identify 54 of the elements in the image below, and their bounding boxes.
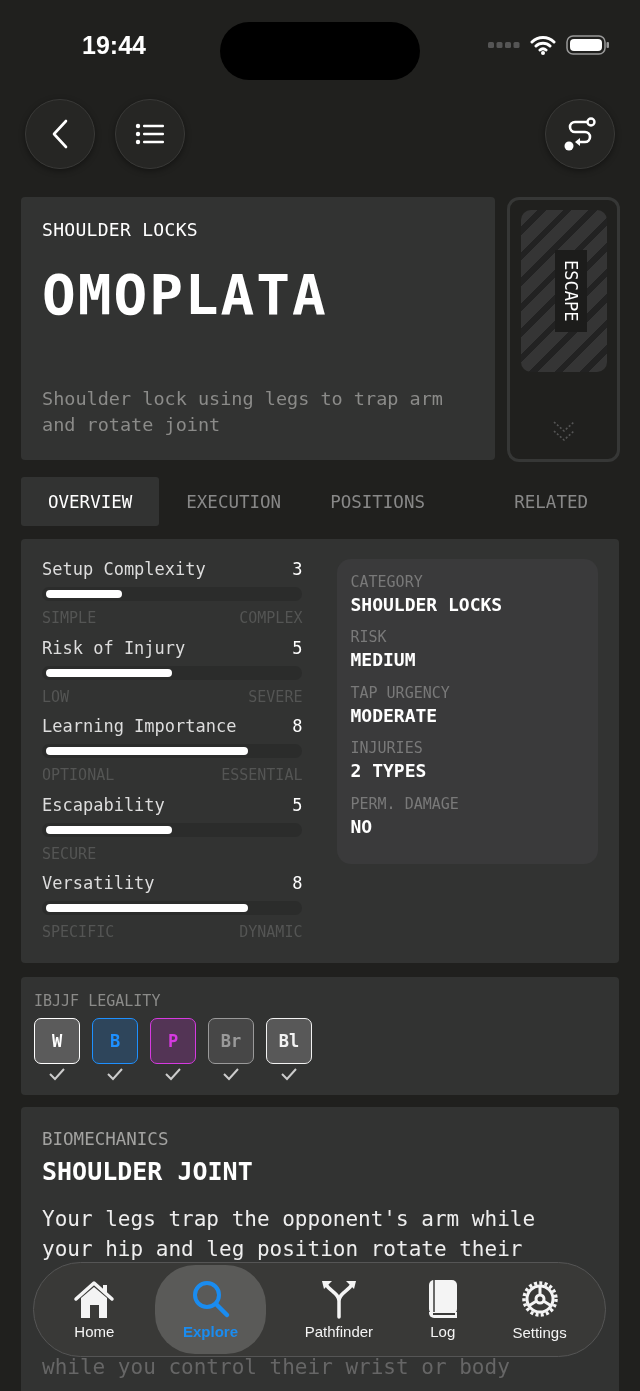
belt-badge: Br [208, 1018, 254, 1064]
fork-arrow-icon [320, 1279, 357, 1319]
info-value: 2 TYPES [350, 760, 428, 784]
info-label: PERM. DAMAGE [350, 794, 460, 815]
info-value: MODERATE [350, 704, 439, 728]
section-title: SHOULDER JOINT [42, 1157, 254, 1186]
info-value: NO [350, 815, 374, 839]
stat-name: Versatility [42, 873, 155, 893]
legality-title: IBJJF LEGALITY [34, 992, 161, 1010]
info-label: RISK [350, 628, 388, 649]
back-icon [51, 119, 69, 149]
section-tab[interactable]: OVERVIEW [21, 477, 160, 526]
escape-panel[interactable]: ESCAPE [507, 197, 620, 462]
tab-bar-item[interactable]: Log [411, 1269, 474, 1350]
info-value: MEDIUM [350, 649, 417, 673]
wifi-icon [530, 35, 556, 55]
section-tab[interactable]: EXECUTION [159, 477, 309, 526]
info-label: INJURIES [350, 739, 424, 760]
info-label: TAP URGENCY [350, 683, 451, 704]
technique-title: OMOPLATA [42, 262, 329, 327]
home-icon [72, 1279, 117, 1319]
section-label: BIOMECHANICS [42, 1129, 170, 1149]
body-text-line: your hip and leg position rotate their [42, 1236, 524, 1263]
stat-value: 5 [292, 637, 303, 658]
search-icon [190, 1279, 231, 1319]
route-icon [563, 117, 597, 151]
stat-name: Learning Importance [42, 716, 237, 736]
stat-name: Risk of Injury [42, 637, 186, 658]
belt-badge: P [150, 1018, 196, 1064]
signal-icon [488, 41, 520, 49]
stat-name: Escapability [42, 794, 165, 815]
tab-bar-item[interactable]: Settings [498, 1268, 581, 1351]
stat-value: 5 [292, 794, 303, 815]
info-value: SHOULDER LOCKS [350, 594, 504, 617]
category-label: SHOULDER LOCKS [42, 219, 199, 240]
escape-label: ESCAPE [554, 250, 587, 332]
list-icon [135, 123, 165, 145]
status-time: 19:44 [82, 30, 146, 60]
battery-icon [566, 34, 610, 56]
stat-value: 8 [292, 716, 303, 736]
chevron-down-icon [551, 419, 576, 443]
body-text-line: Your legs trap the opponent's arm while [42, 1206, 537, 1233]
belt-badge: W [34, 1018, 80, 1064]
belt-badge: B [92, 1018, 138, 1064]
stat-value: 3 [292, 559, 303, 579]
info-label: CATEGORY [350, 573, 424, 593]
stat-name: Setup Complexity [42, 559, 206, 579]
stat-value: 8 [292, 873, 303, 893]
tab-bar-item[interactable]: Pathfinder [290, 1269, 388, 1350]
section-tab[interactable]: POSITIONS [308, 477, 452, 526]
technique-description: Shoulder lock using legs to trap arm and rotate joint [42, 387, 444, 437]
belt-badge: Bl [266, 1018, 312, 1064]
section-tab[interactable]: RELATED [487, 477, 620, 526]
tab-bar-item[interactable]: Home [58, 1269, 131, 1350]
